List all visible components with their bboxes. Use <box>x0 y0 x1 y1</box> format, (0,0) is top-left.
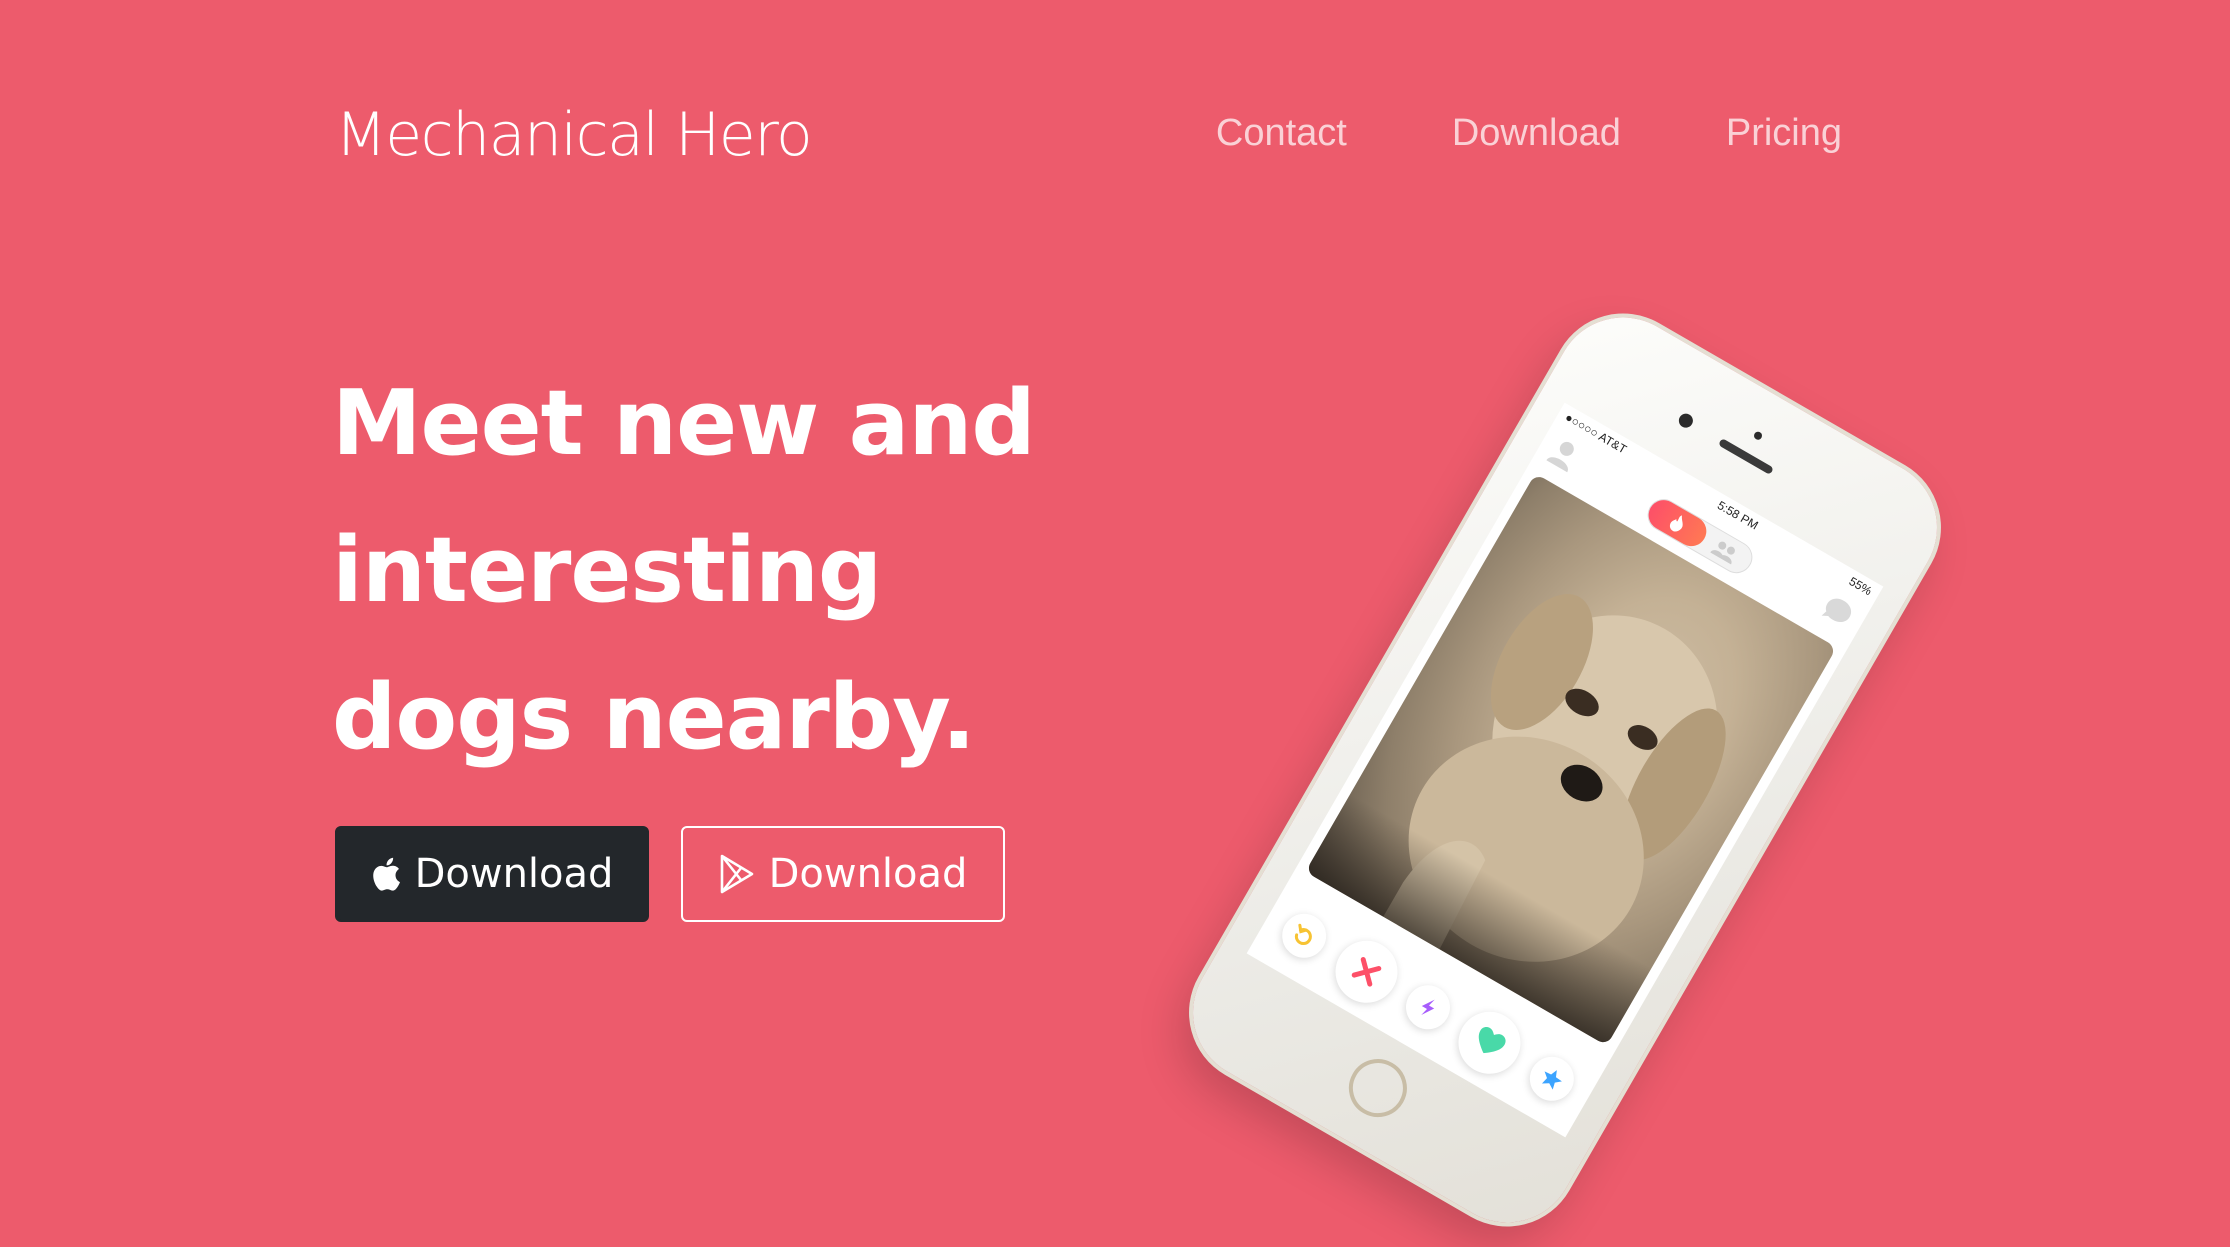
hero-headline: Meet new and interesting dogs nearby. <box>332 350 1132 791</box>
app-store-download-button[interactable]: Download <box>335 826 649 922</box>
play-store-icon <box>719 854 755 894</box>
play-store-download-label: Download <box>768 851 968 897</box>
messages-icon[interactable] <box>1815 592 1857 636</box>
nope-icon[interactable] <box>1323 929 1409 1014</box>
play-store-download-button[interactable]: Download <box>681 826 1005 922</box>
undo-icon[interactable] <box>1274 905 1335 966</box>
phone-speaker <box>1718 438 1774 475</box>
home-button <box>1338 1048 1418 1128</box>
phone-screen: ●○○○○ AT&T 5:58 PM 55% <box>1246 402 1884 1138</box>
headline-line-3: dogs nearby. <box>332 665 976 770</box>
super-like-icon[interactable] <box>1521 1048 1582 1109</box>
boost-icon[interactable] <box>1397 977 1459 1038</box>
phone-sensor <box>1752 430 1764 442</box>
headline-line-2: interesting <box>332 518 882 623</box>
headline-line-1: Meet new and <box>332 371 1036 476</box>
app-store-download-label: Download <box>414 851 614 897</box>
profile-icon[interactable] <box>1543 435 1583 478</box>
nav-download[interactable]: Download <box>1452 112 1621 155</box>
phone-mockup: ●○○○○ AT&T 5:58 PM 55% <box>1168 292 1962 1247</box>
apple-icon <box>371 856 401 892</box>
group-icon <box>1706 536 1742 570</box>
main-nav: Contact Download Pricing <box>1216 112 1842 155</box>
brand-logo[interactable]: Mechanical Hero <box>335 100 813 170</box>
nav-contact[interactable]: Contact <box>1216 112 1347 155</box>
nav-pricing[interactable]: Pricing <box>1726 112 1842 155</box>
like-icon[interactable] <box>1447 1000 1533 1086</box>
phone-camera <box>1676 411 1696 431</box>
